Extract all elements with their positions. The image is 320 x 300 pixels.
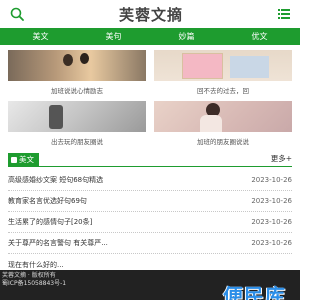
card-image[interactable] [8,50,146,81]
card-caption[interactable]: 回不去的过去，回 [154,85,292,95]
more-link[interactable]: 更多+ [271,153,292,166]
card-image[interactable] [154,50,292,81]
list-item[interactable]: 高级感婚纱文案 短句68句精选 2023-10-26 [8,170,292,191]
nav-item-youwen[interactable]: 优文 [252,31,268,42]
card-caption[interactable]: 加班的朋友圈说说 [154,136,292,146]
article-title[interactable]: 生活累了的感情句子[20条] [8,217,92,227]
article-date: 2023-10-26 [251,197,292,205]
article-title[interactable]: 高级感婚纱文案 短句68句精选 [8,175,103,185]
list-item[interactable]: 关于尊严的名言警句 有关尊严... 2023-10-26 [8,233,292,254]
article-date: 2023-10-26 [251,218,292,226]
article-title[interactable]: 现在有什么好的... [8,260,64,270]
search-icon[interactable] [10,7,24,21]
nav-item-miaopian[interactable]: 妙篇 [179,31,195,42]
list-item[interactable]: 教育家名言优选好句69句 2023-10-26 [8,191,292,212]
nav-item-meiwen[interactable]: 美文 [33,31,49,42]
card-image[interactable] [154,101,292,132]
featured-card[interactable]: 加班说说心情励志 [8,50,146,95]
article-title[interactable]: 关于尊严的名言警句 有关尊严... [8,238,108,248]
site-header: 芙蓉文摘 [0,0,300,28]
article-date: 2023-10-26 [251,176,292,184]
article-date: 2023-10-26 [251,239,292,247]
featured-grid: 加班说说心情励志 回不去的过去，回 出去玩的朋友圈说 加班的朋友圈说说 [0,45,300,146]
list-item[interactable]: 生活累了的感情句子[20条] 2023-10-26 [8,212,292,233]
footer-copyright: 芙蓉文摘 · 版权所有 [2,272,56,279]
site-logo[interactable]: 芙蓉文摘 [119,4,183,25]
card-image[interactable] [8,101,146,132]
nav-item-meiju[interactable]: 美句 [106,31,122,42]
featured-card[interactable]: 加班的朋友圈说说 [154,101,292,146]
section-icon [11,156,17,163]
menu-icon[interactable] [277,8,290,20]
section-title: 美文 [19,155,34,164]
section-header: 美文 更多+ [8,153,292,167]
main-nav: 美文 美句 妙篇 优文 [0,28,300,45]
article-title[interactable]: 教育家名言优选好句69句 [8,196,87,206]
featured-card[interactable]: 出去玩的朋友圈说 [8,101,146,146]
section-tab[interactable]: 美文 [8,153,39,166]
card-caption[interactable]: 出去玩的朋友圈说 [8,136,146,146]
featured-card[interactable]: 回不去的过去，回 [154,50,292,95]
card-caption[interactable]: 加班说说心情励志 [8,85,146,95]
site-footer: 芙蓉文摘 · 版权所有 蜀ICP备15058843号-1 便民库 [0,270,300,300]
watermark-logo: 便民库 [223,284,286,300]
article-list: 高级感婚纱文案 短句68句精选 2023-10-26 教育家名言优选好句69句 … [0,167,300,275]
